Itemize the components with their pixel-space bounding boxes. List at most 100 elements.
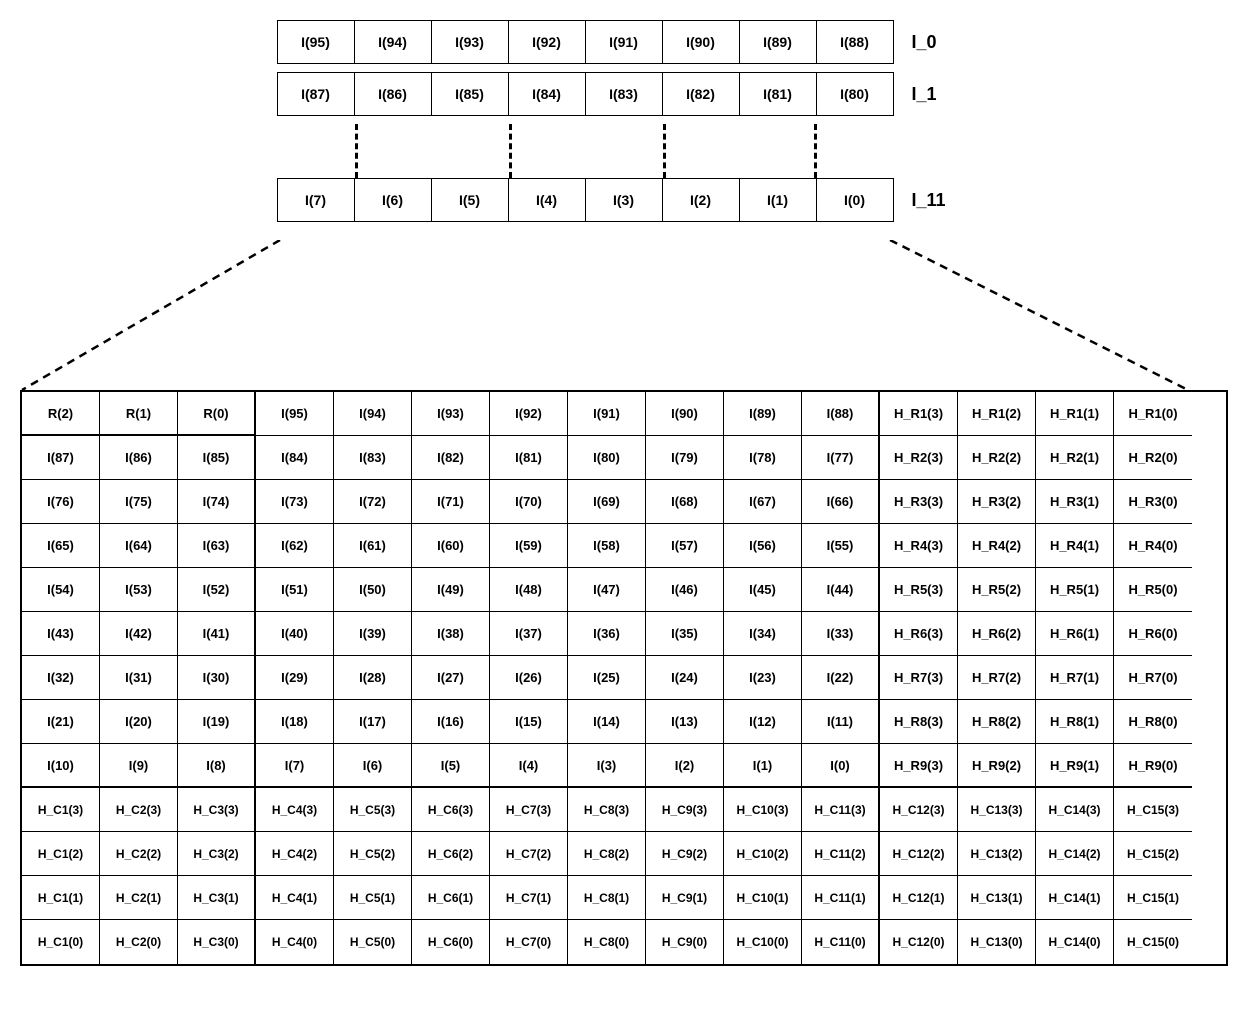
table-cell: I(56) (724, 524, 802, 568)
table-cell: H_R5(1) (1036, 568, 1114, 612)
table-cell: R(1) (100, 392, 178, 436)
table-cell: H_R3(2) (958, 480, 1036, 524)
table-cell: H_C2(1) (100, 876, 178, 920)
table-cell: I(21) (22, 700, 100, 744)
table-cell: I(11) (802, 700, 880, 744)
table-cell: H_C3(0) (178, 920, 256, 964)
table-cell: I(30) (178, 656, 256, 700)
table-cell: I(9) (100, 744, 178, 788)
table-cell: I(63) (178, 524, 256, 568)
table-cell: I(14) (568, 700, 646, 744)
top-row-2-wrapper: I(7) I(6) I(5) I(4) I(3) I(2) I(1) I(0) … (277, 178, 972, 222)
funnel-left-dash-icon (22, 240, 280, 390)
table-cell: H_C12(1) (880, 876, 958, 920)
table-cell: I(62) (256, 524, 334, 568)
table-cell: H_R7(0) (1114, 656, 1192, 700)
table-cell: I(48) (490, 568, 568, 612)
table-cell: H_C12(3) (880, 788, 958, 832)
row-label-2: I_11 (912, 190, 972, 211)
table-cell: H_C1(0) (22, 920, 100, 964)
table-cell: H_R1(1) (1036, 392, 1114, 436)
top-cell: I(83) (586, 73, 663, 115)
table-cell: H_C1(2) (22, 832, 100, 876)
table-cell: H_C14(3) (1036, 788, 1114, 832)
table-cell: H_C4(3) (256, 788, 334, 832)
table-cell: H_C7(1) (490, 876, 568, 920)
table-cell: H_C6(2) (412, 832, 490, 876)
table-cell: H_C12(2) (880, 832, 958, 876)
table-cell: I(88) (802, 392, 880, 436)
table-cell: H_R1(3) (880, 392, 958, 436)
table-row: I(76)I(75)I(74)I(73)I(72)I(71)I(70)I(69)… (22, 480, 1226, 524)
table-cell: I(47) (568, 568, 646, 612)
table-cell: I(40) (256, 612, 334, 656)
top-cell: I(95) (278, 21, 355, 63)
table-row: I(43)I(42)I(41)I(40)I(39)I(38)I(37)I(36)… (22, 612, 1226, 656)
table-row: I(87)I(86)I(85)I(84)I(83)I(82)I(81)I(80)… (22, 436, 1226, 480)
vertical-dash-icon (355, 124, 358, 178)
table-cell: I(5) (412, 744, 490, 788)
table-cell: I(6) (334, 744, 412, 788)
table-cell: I(67) (724, 480, 802, 524)
table-cell: I(81) (490, 436, 568, 480)
top-cell: I(5) (432, 179, 509, 221)
table-cell: I(27) (412, 656, 490, 700)
table-cell: H_R8(3) (880, 700, 958, 744)
table-cell: I(64) (100, 524, 178, 568)
table-cell: I(90) (646, 392, 724, 436)
table-cell: I(61) (334, 524, 412, 568)
table-cell: I(26) (490, 656, 568, 700)
table-cell: I(2) (646, 744, 724, 788)
top-cell: I(87) (278, 73, 355, 115)
table-cell: H_R4(2) (958, 524, 1036, 568)
top-cell: I(91) (586, 21, 663, 63)
table-cell: I(83) (334, 436, 412, 480)
table-cell: I(65) (22, 524, 100, 568)
top-cell: I(88) (817, 21, 893, 63)
table-cell: H_R4(3) (880, 524, 958, 568)
table-cell: I(94) (334, 392, 412, 436)
top-cell: I(0) (817, 179, 893, 221)
table-cell: H_C8(0) (568, 920, 646, 964)
table-cell: H_R6(1) (1036, 612, 1114, 656)
table-cell: H_C1(1) (22, 876, 100, 920)
table-row: H_C1(3)H_C2(3)H_C3(3)H_C4(3)H_C5(3)H_C6(… (22, 788, 1226, 832)
table-cell: H_R2(2) (958, 436, 1036, 480)
table-cell: I(74) (178, 480, 256, 524)
table-row: I(32)I(31)I(30)I(29)I(28)I(27)I(26)I(25)… (22, 656, 1226, 700)
table-cell: I(85) (178, 436, 256, 480)
table-cell: H_C5(1) (334, 876, 412, 920)
table-cell: H_C4(2) (256, 832, 334, 876)
table-row: I(54)I(53)I(52)I(51)I(50)I(49)I(48)I(47)… (22, 568, 1226, 612)
table-cell: H_C8(1) (568, 876, 646, 920)
funnel-right-dash-icon (890, 240, 1188, 390)
table-cell: I(84) (256, 436, 334, 480)
table-cell: H_R4(0) (1114, 524, 1192, 568)
table-cell: I(59) (490, 524, 568, 568)
table-cell: I(70) (490, 480, 568, 524)
top-row-1: I(87) I(86) I(85) I(84) I(83) I(82) I(81… (277, 72, 894, 116)
table-cell: I(43) (22, 612, 100, 656)
table-cell: I(68) (646, 480, 724, 524)
row-label-0: I_0 (912, 32, 972, 53)
table-cell: I(34) (724, 612, 802, 656)
table-cell: H_C7(2) (490, 832, 568, 876)
table-cell: I(23) (724, 656, 802, 700)
table-cell: I(69) (568, 480, 646, 524)
table-cell: I(28) (334, 656, 412, 700)
table-cell: H_C14(2) (1036, 832, 1114, 876)
table-cell: I(42) (100, 612, 178, 656)
table-cell: I(38) (412, 612, 490, 656)
table-cell: I(82) (412, 436, 490, 480)
top-cell: I(1) (740, 179, 817, 221)
vertical-dash-row (279, 124, 891, 178)
table-cell: I(41) (178, 612, 256, 656)
table-cell: H_C9(2) (646, 832, 724, 876)
table-cell: I(57) (646, 524, 724, 568)
table-cell: I(15) (490, 700, 568, 744)
top-row-0: I(95) I(94) I(93) I(92) I(91) I(90) I(89… (277, 20, 894, 64)
table-cell: H_C10(0) (724, 920, 802, 964)
table-cell: H_R5(2) (958, 568, 1036, 612)
table-cell: R(2) (22, 392, 100, 436)
table-cell: I(45) (724, 568, 802, 612)
